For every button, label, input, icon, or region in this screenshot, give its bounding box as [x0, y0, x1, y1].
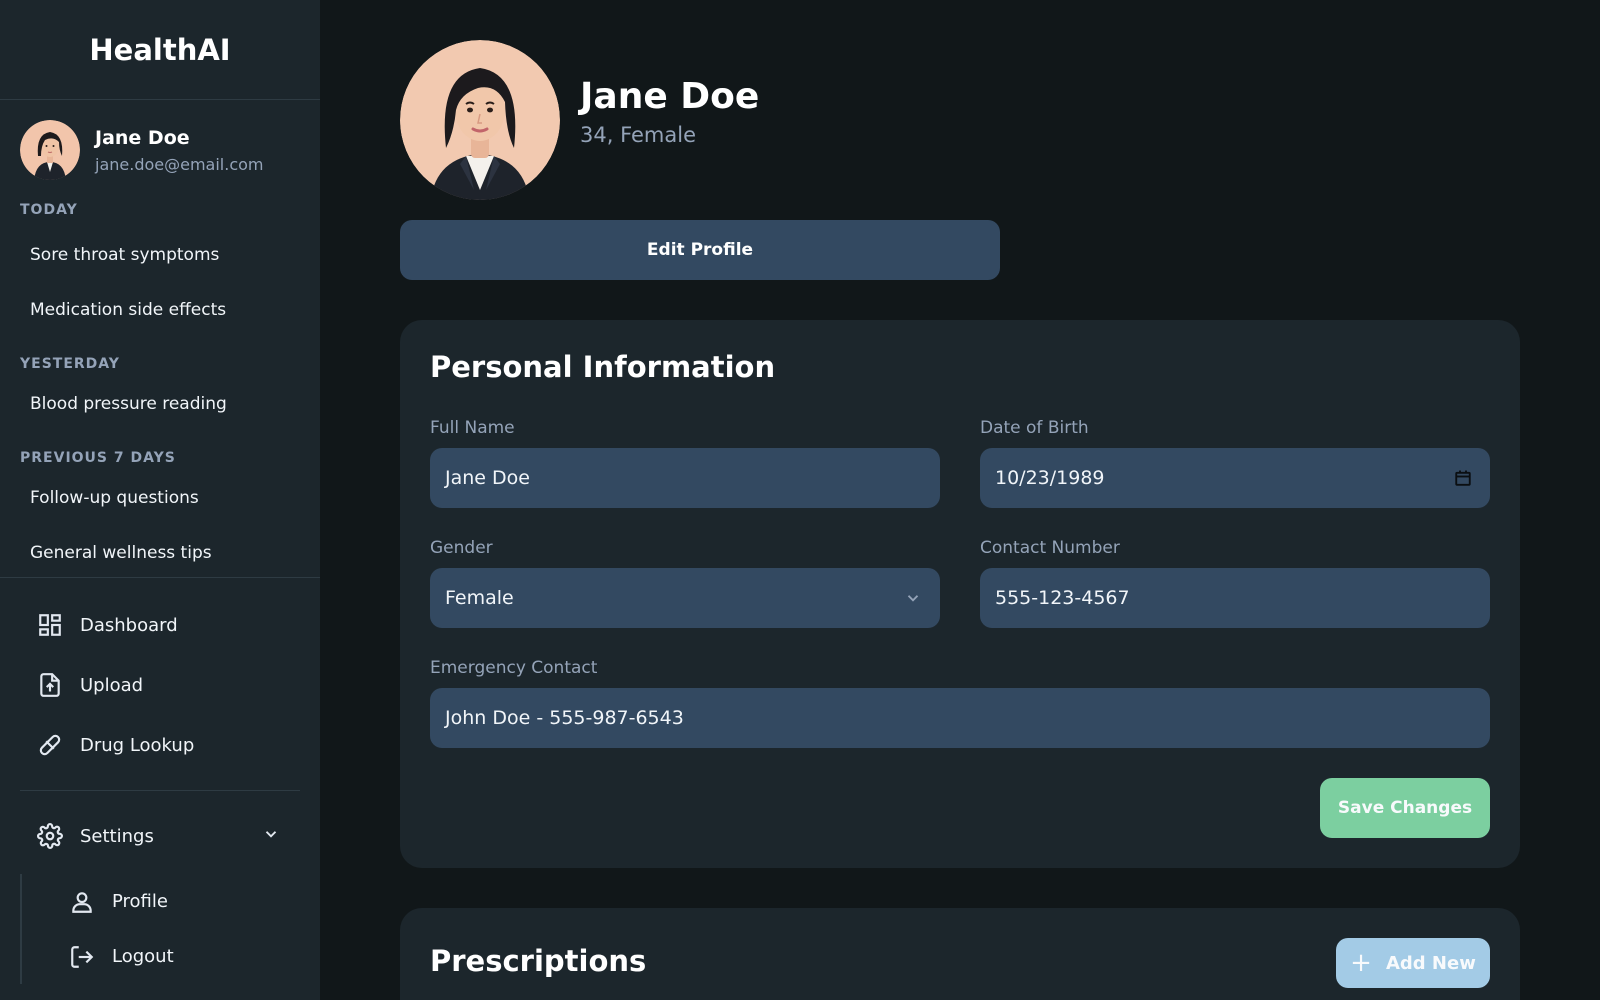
user-name: Jane Doe: [95, 126, 190, 149]
settings-submenu: Profile Logout: [20, 874, 300, 984]
sidebar-item-logout[interactable]: Logout: [68, 929, 300, 984]
user-icon: [68, 888, 96, 916]
section-title: Prescriptions: [430, 944, 647, 978]
chevron-down-icon[interactable]: [262, 825, 280, 848]
history-item[interactable]: Medication side effects: [0, 283, 320, 338]
history-group-today: TODAY Sore throat symptoms Medication si…: [0, 200, 320, 338]
sidebar-item-label: Profile: [112, 891, 168, 912]
history-group-label: TODAY: [20, 202, 78, 218]
sidebar-item-label: Logout: [112, 946, 174, 967]
sidebar-item-drug-lookup[interactable]: Drug Lookup: [20, 715, 300, 775]
sidebar-item-profile[interactable]: Profile: [68, 874, 300, 929]
dashboard-icon: [36, 611, 64, 639]
section-title: Personal Information: [430, 350, 776, 384]
logout-icon: [68, 943, 96, 971]
main-content: Jane Doe 34, Female Edit Profile Persona…: [320, 0, 1600, 1000]
file-upload-icon: [36, 671, 64, 699]
sidebar-nav: Dashboard Upload Drug Lookup Settings Pr…: [20, 595, 300, 984]
contact-number-field[interactable]: 555-123-4567: [980, 568, 1490, 628]
dob-label: Date of Birth: [980, 418, 1089, 438]
sidebar-item-label: Dashboard: [80, 614, 178, 636]
gender-label: Gender: [430, 538, 493, 558]
dob-value: 10/23/1989: [995, 467, 1105, 489]
edit-profile-button[interactable]: Edit Profile: [400, 220, 1000, 280]
history-item[interactable]: Follow-up questions: [0, 471, 320, 526]
history-item[interactable]: Blood pressure reading: [0, 377, 320, 432]
user-card[interactable]: Jane Doe jane.doe@email.com: [0, 100, 320, 180]
contact-number-label: Contact Number: [980, 538, 1120, 558]
personal-information-card: Personal Information Full Name Jane Doe …: [400, 320, 1520, 868]
profile-avatar: [400, 40, 560, 200]
gender-value: Female: [445, 587, 514, 609]
plus-icon: +: [1350, 948, 1372, 978]
history-group-label: PREVIOUS 7 DAYS: [20, 450, 176, 466]
chat-history: TODAY Sore throat symptoms Medication si…: [0, 200, 320, 578]
avatar: [20, 120, 80, 180]
sidebar-item-dashboard[interactable]: Dashboard: [20, 595, 300, 655]
profile-header: Jane Doe 34, Female: [400, 40, 759, 200]
history-item[interactable]: General wellness tips: [0, 526, 320, 578]
sidebar-item-label: Settings: [80, 825, 154, 847]
divider: [20, 790, 300, 791]
chevron-down-icon: [904, 589, 922, 607]
calendar-icon[interactable]: [1454, 469, 1472, 487]
full-name-field[interactable]: Jane Doe: [430, 448, 940, 508]
user-email: jane.doe@email.com: [95, 154, 264, 174]
history-group-label: YESTERDAY: [20, 356, 120, 372]
sidebar-item-upload[interactable]: Upload: [20, 655, 300, 715]
gear-icon: [36, 822, 64, 850]
profile-name: Jane Doe: [580, 75, 760, 117]
sidebar-item-settings[interactable]: Settings: [20, 806, 300, 866]
contact-number-value: 555-123-4567: [995, 587, 1130, 609]
prescriptions-card: Prescriptions + Add New: [400, 908, 1520, 1000]
save-changes-button[interactable]: Save Changes: [1320, 778, 1490, 838]
app-brand: HealthAI: [0, 0, 320, 100]
pill-icon: [36, 731, 64, 759]
history-group-previous: PREVIOUS 7 DAYS Follow-up questions Gene…: [0, 448, 320, 578]
full-name-value: Jane Doe: [445, 467, 530, 489]
emergency-contact-value: John Doe - 555-987-6543: [445, 707, 684, 729]
dob-field[interactable]: 10/23/1989: [980, 448, 1490, 508]
sidebar-item-label: Drug Lookup: [80, 734, 195, 756]
full-name-label: Full Name: [430, 418, 515, 438]
add-new-label: Add New: [1385, 952, 1476, 974]
emergency-contact-label: Emergency Contact: [430, 658, 598, 678]
divider: [0, 577, 320, 578]
add-new-button[interactable]: + Add New: [1336, 938, 1490, 988]
emergency-contact-field[interactable]: John Doe - 555-987-6543: [430, 688, 1490, 748]
history-item[interactable]: Sore throat symptoms: [0, 228, 320, 283]
gender-select[interactable]: Female: [430, 568, 940, 628]
profile-summary: 34, Female: [580, 122, 697, 147]
sidebar: HealthAI Jane Doe jane.doe@email.com TOD…: [0, 0, 320, 1000]
history-group-yesterday: YESTERDAY Blood pressure reading: [0, 354, 320, 432]
sidebar-item-label: Upload: [80, 674, 144, 696]
